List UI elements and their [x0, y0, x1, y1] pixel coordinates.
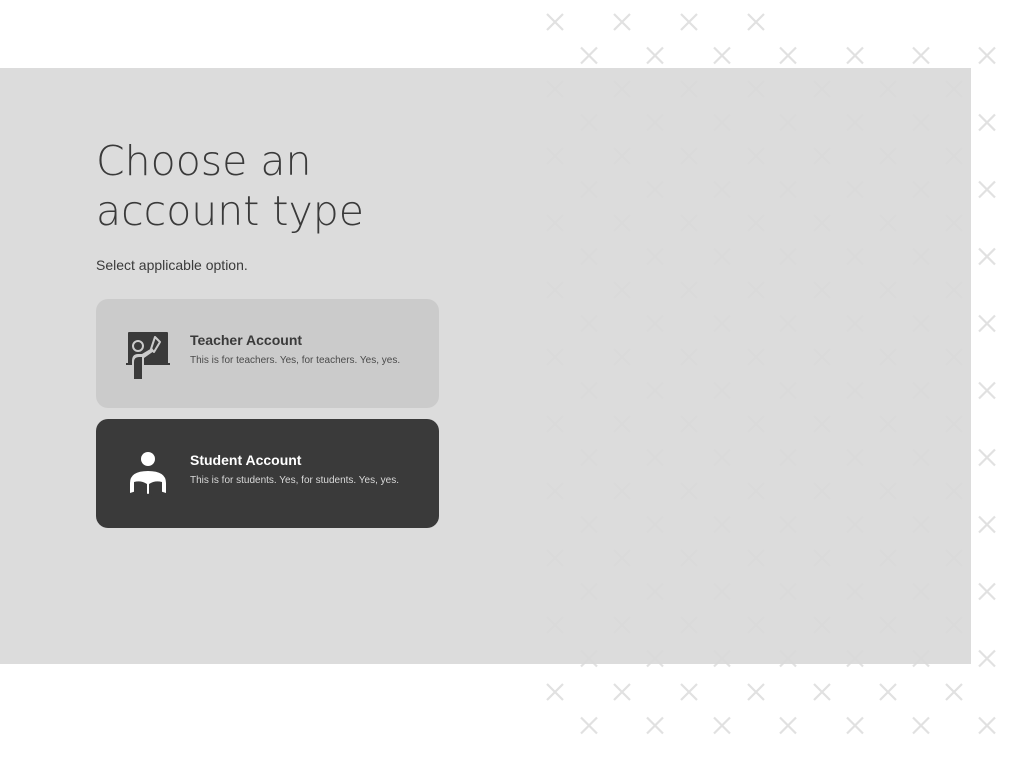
student-account-title: Student Account	[190, 452, 302, 468]
student-account-description: This is for students. Yes, for students.…	[190, 475, 400, 486]
teacher-icon	[124, 329, 172, 379]
student-account-option[interactable]: Student Account This is for students. Ye…	[96, 419, 439, 528]
teacher-account-title: Teacher Account	[190, 332, 303, 348]
page-title-line-1: Choose an	[96, 137, 312, 185]
page-subtitle: Select applicable option.	[96, 257, 248, 273]
teacher-account-description: This is for teachers. Yes, for teachers.…	[190, 355, 401, 366]
page-title: Choose an account type	[96, 136, 364, 236]
page-title-line-2: account type	[96, 187, 364, 235]
student-icon	[124, 449, 172, 499]
teacher-account-option[interactable]: Teacher Account This is for teachers. Ye…	[96, 299, 439, 408]
